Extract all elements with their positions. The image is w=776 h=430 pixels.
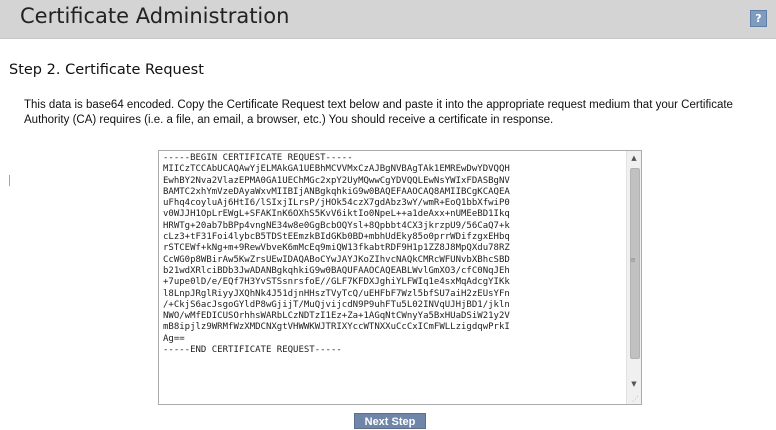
help-icon[interactable]: ? <box>750 10 767 27</box>
scroll-up-arrow-icon[interactable]: ▲ <box>627 151 641 166</box>
certificate-request-textarea[interactable]: -----BEGIN CERTIFICATE REQUEST----- MIIC… <box>159 151 627 404</box>
certificate-request-box: -----BEGIN CERTIFICATE REQUEST----- MIIC… <box>158 150 642 405</box>
scrollbar-grip-icon: ≡ <box>630 256 636 264</box>
resize-handle-icon[interactable]: ⋰ <box>632 395 640 403</box>
instructions-text: This data is base64 encoded. Copy the Ce… <box>24 99 733 126</box>
step-title: Step 2. Certificate Request <box>9 62 204 78</box>
page-title: Certificate Administration <box>20 4 290 28</box>
left-marker <box>9 175 10 186</box>
scroll-down-arrow-icon[interactable]: ▼ <box>627 377 641 392</box>
vertical-scrollbar[interactable]: ▲ ≡ ▼ <box>626 151 641 404</box>
title-bar: Certificate Administration ? <box>0 0 776 39</box>
